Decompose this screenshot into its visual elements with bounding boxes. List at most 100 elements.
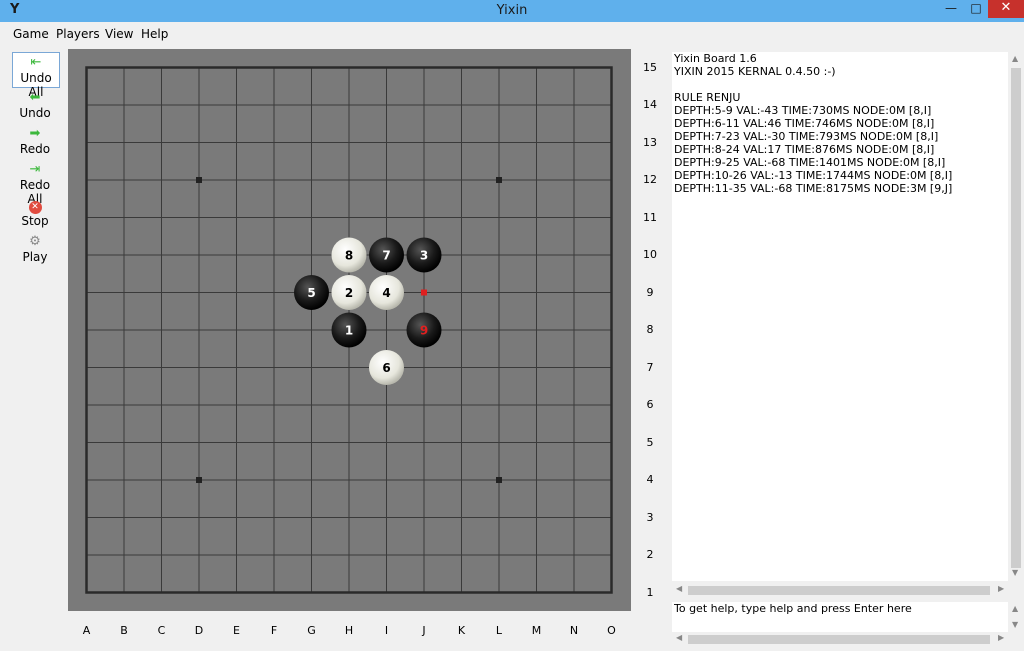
redo-icon: ➡ [29,126,41,141]
white-stone: 6 [369,350,404,385]
undo-button[interactable]: ⬅ Undo [12,88,58,122]
stone-number: 5 [307,286,315,300]
star-point [496,177,502,183]
redo-all-button[interactable]: ⇥ Redo All [12,160,58,206]
stop-icon: ✕ [28,201,42,214]
minimize-button[interactable]: — [938,0,964,18]
column-label: N [569,624,579,637]
log-line: DEPTH:10-26 VAL:-13 TIME:1744MS NODE:0M … [674,169,953,182]
menu-game[interactable]: Game [13,27,49,41]
play-icon: ⚙ [29,234,41,249]
log-line: Yixin Board 1.6 [674,52,757,65]
play-button[interactable]: ⚙ Play [12,232,58,266]
log-vertical-scrollbar[interactable]: ▲ ▼ [1009,52,1023,581]
close-button[interactable]: ✕ [988,0,1024,18]
log-line: DEPTH:7-23 VAL:-30 TIME:793MS NODE:0M [8… [674,130,939,143]
scroll-right-icon[interactable]: ▶ [998,584,1004,593]
row-label: 14 [643,98,657,111]
command-pane [672,602,1008,632]
white-stone: 2 [331,275,367,310]
maximize-button[interactable]: □ [964,0,988,18]
input-horizontal-scrollbar[interactable]: ◀ ▶ [672,632,1008,646]
star-point [496,477,502,483]
redo-label: Redo [19,142,51,156]
log-line: YIXIN 2015 KERNAL 0.4.50 :-) [674,65,836,78]
log-line: RULE RENJU [674,91,741,104]
column-label: K [457,624,466,637]
column-label: I [384,624,389,637]
stone-number: 4 [382,286,390,300]
black-stone: 7 [369,237,404,273]
log-line: DEPTH:9-25 VAL:-68 TIME:1401MS NODE:0M [… [674,156,946,169]
scroll-left-icon[interactable]: ◀ [676,584,682,593]
black-stone: 5 [294,275,329,310]
log-horizontal-scrollbar[interactable]: ◀ ▶ [672,583,1008,597]
menu-bar: Game Players View Help [0,22,1024,46]
input-scroll-right-icon[interactable]: ▶ [998,633,1004,642]
log-line: DEPTH:8-24 VAL:17 TIME:876MS NODE:0M [8,… [674,143,935,156]
log-line: DEPTH:6-11 VAL:46 TIME:746MS NODE:0M [8,… [674,117,935,130]
column-label: D [194,624,204,637]
game-board[interactable]: 1 2 3 4 5 6 7 8 9 [68,49,631,611]
row-label: 3 [646,510,654,524]
menu-players[interactable]: Players [56,27,100,41]
h-scroll-thumb[interactable] [688,586,990,595]
scroll-thumb[interactable] [1011,68,1021,568]
stone-number: 7 [382,249,390,263]
stone-number: 9 [420,324,428,338]
row-label: 7 [646,360,654,374]
redo-button[interactable]: ➡ Redo [12,124,58,158]
black-stone: 9 [406,312,442,348]
row-label: 12 [643,173,657,186]
column-label: M [531,624,542,637]
menu-help[interactable]: Help [141,27,168,41]
undo-all-button[interactable]: ⇤ Undo All [12,52,60,99]
log-line: DEPTH:5-9 VAL:-43 TIME:730MS NODE:0M [8,… [674,104,932,117]
command-input[interactable] [674,602,994,615]
column-label: A [82,624,91,637]
column-label: J [422,624,426,637]
stop-label: Stop [21,214,49,228]
title-bar: Y Yixin — □ ✕ [0,0,1024,22]
input-scroll-down-icon[interactable]: ▼ [1012,620,1018,629]
input-scroll-left-icon[interactable]: ◀ [676,633,682,642]
white-stone: 8 [331,237,367,273]
input-h-scroll-thumb[interactable] [688,635,990,644]
column-label: G [307,624,316,637]
stop-button[interactable]: ✕ Stop [12,196,58,230]
input-scroll-up-icon[interactable]: ▲ [1012,604,1018,613]
stone-number: 2 [345,286,353,300]
menu-view[interactable]: View [105,27,133,41]
input-vertical-scrollbar[interactable]: ▲ ▼ [1009,602,1023,632]
column-label: H [344,624,354,637]
scroll-down-icon[interactable]: ▼ [1012,568,1018,577]
column-label: B [120,624,128,637]
log-line: DEPTH:11-35 VAL:-68 TIME:8175MS NODE:3M … [674,182,953,195]
row-label: 1 [646,585,654,599]
row-label: 8 [646,323,654,336]
row-label: 2 [646,548,654,561]
row-label: 9 [646,285,654,299]
row-label: 10 [643,248,657,261]
row-label: 15 [643,60,657,74]
row-label: 4 [646,473,654,486]
column-label: C [157,624,166,637]
play-label: Play [22,250,48,264]
row-label: 11 [643,210,657,224]
board-canvas[interactable]: 1 2 3 4 5 6 7 8 9 [68,49,631,611]
black-stone: 3 [406,237,442,273]
undo-all-icon: ⇤ [30,55,42,70]
column-label: L [495,624,503,637]
star-point [196,477,202,483]
row-label: 13 [643,135,657,149]
undo-icon: ⬅ [29,90,41,105]
scroll-up-icon[interactable]: ▲ [1012,54,1018,63]
row-label: 5 [646,435,654,449]
redo-all-icon: ⇥ [29,162,41,177]
column-label: F [270,624,278,637]
white-stone: 4 [369,275,404,310]
window-title: Yixin [496,3,528,18]
engine-log[interactable]: Yixin Board 1.6 YIXIN 2015 KERNAL 0.4.50 … [672,52,1008,581]
stone-number: 3 [420,249,428,263]
stone-number: 6 [382,361,390,375]
